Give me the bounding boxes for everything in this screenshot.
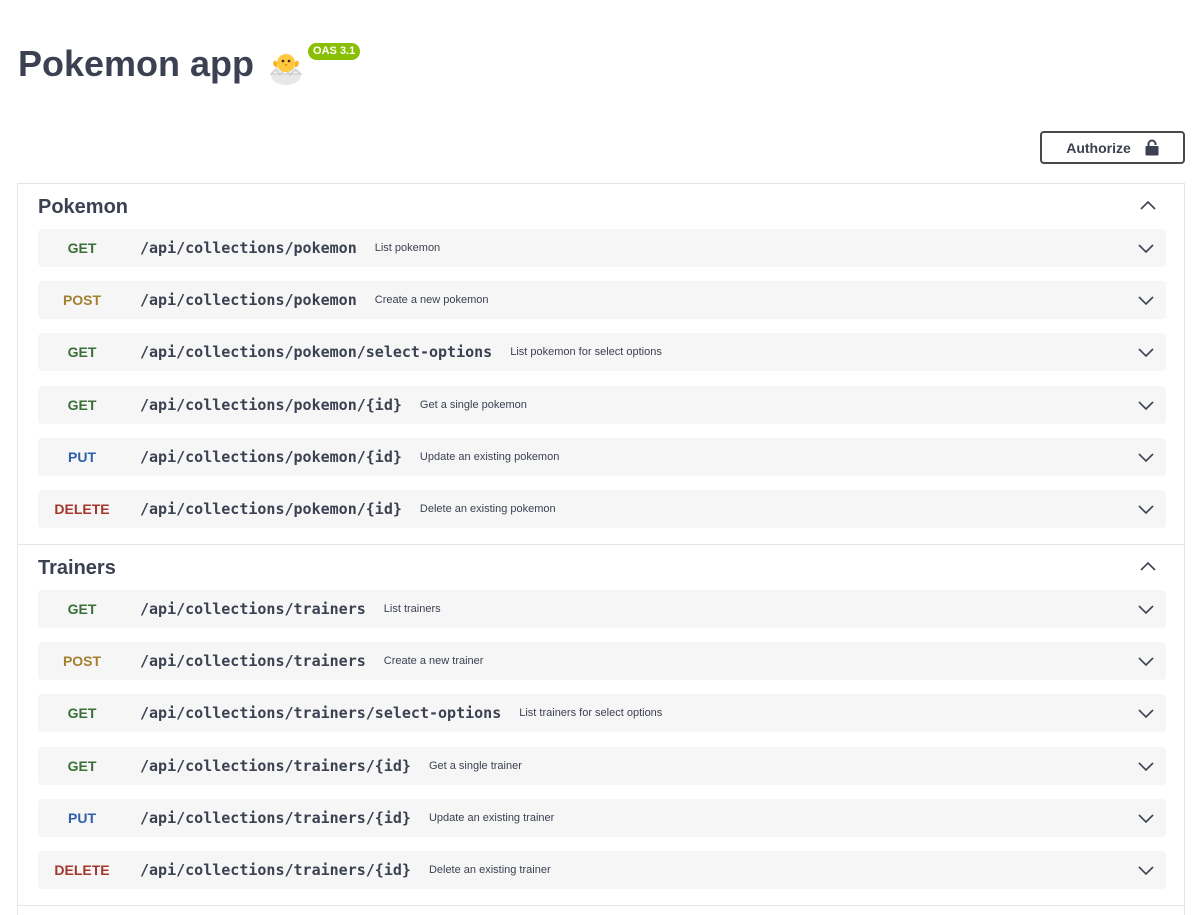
- operation-summary: Create a new trainer: [383, 655, 484, 667]
- operation-row[interactable]: GET/api/collections/pokemon/{id} Get a si…: [38, 386, 1166, 424]
- tag-section-pokemon: Pokemon GET/api/collections/pokemon List p…: [17, 183, 1185, 544]
- operation-row[interactable]: PUT/api/collections/pokemon/{id} Update a…: [38, 438, 1166, 476]
- operation-summary: Get a single trainer: [428, 760, 522, 772]
- chevron-down-icon[interactable]: [1136, 860, 1156, 880]
- operation-summary: Update an existing pokemon: [419, 451, 560, 463]
- chevron-down-icon[interactable]: [1136, 290, 1156, 310]
- operation-summary: List trainers: [383, 603, 441, 615]
- operation-path: /api/collections/trainers/{id}: [140, 809, 411, 827]
- operation-row[interactable]: GET/api/collections/trainers/select-opti…: [38, 694, 1166, 732]
- tag-header-pokemon[interactable]: Pokemon: [18, 184, 1184, 228]
- operation-summary: Delete an existing pokemon: [419, 503, 556, 515]
- chevron-down-icon[interactable]: [1136, 395, 1156, 415]
- operation-path: /api/collections/trainers/{id}: [140, 861, 411, 879]
- operation-path: /api/collections/pokemon/{id}: [140, 500, 402, 518]
- authorize-label: Authorize: [1066, 139, 1131, 156]
- chevron-down-icon[interactable]: [1136, 238, 1156, 258]
- chevron-down-icon[interactable]: [1136, 447, 1156, 467]
- operation-summary: Delete an existing trainer: [428, 864, 551, 876]
- method-label: PUT: [68, 449, 96, 465]
- operation-summary: List trainers for select options: [519, 707, 663, 719]
- page-header: Pokemon app OAS 3.1: [18, 36, 361, 92]
- operation-summary: List pokemon for select options: [510, 346, 662, 358]
- operation-path: /api/collections/pokemon: [140, 291, 357, 309]
- tag-name: Trainers: [38, 557, 116, 579]
- operation-path: /api/collections/pokemon/{id}: [140, 396, 402, 414]
- tag-header-trainers[interactable]: Trainers: [18, 545, 1184, 589]
- operation-row[interactable]: POST/api/collections/trainers Create a ne…: [38, 642, 1166, 680]
- operation-row[interactable]: GET/api/collections/trainers List trainer…: [38, 590, 1166, 628]
- method-label: GET: [67, 705, 97, 721]
- method-label: GET: [67, 344, 97, 360]
- method-label: POST: [62, 292, 102, 308]
- method-label: GET: [67, 758, 97, 774]
- hatching-chick-icon: [269, 54, 303, 85]
- operation-summary: Create a new pokemon: [374, 294, 489, 306]
- operation-path: /api/collections/trainers: [140, 600, 366, 618]
- chevron-down-icon[interactable]: [1136, 599, 1156, 619]
- operation-row[interactable]: GET/api/collections/pokemon/select-optio…: [38, 333, 1166, 371]
- operation-row[interactable]: DELETE/api/collections/pokemon/{id} Delet…: [38, 490, 1166, 528]
- operation-path: /api/collections/pokemon/{id}: [140, 448, 402, 466]
- version-badge: OAS 3.1: [308, 43, 361, 60]
- tag-section-trainers: Trainers GET/api/collections/trainers List…: [17, 544, 1185, 905]
- lock-icon: [1145, 139, 1159, 156]
- operation-row[interactable]: GET/api/collections/trainers/{id} Get a s…: [38, 747, 1166, 785]
- method-label: DELETE: [54, 501, 110, 517]
- next-tag-section: [17, 905, 1185, 915]
- operation-path: /api/collections/trainers: [140, 652, 366, 670]
- authorize-button[interactable]: Authorize: [1040, 131, 1185, 164]
- chevron-down-icon[interactable]: [1136, 756, 1156, 776]
- chevron-down-icon[interactable]: [1136, 808, 1156, 828]
- operation-row[interactable]: POST/api/collections/pokemon Create a new…: [38, 281, 1166, 319]
- chevron-up-icon[interactable]: [1138, 196, 1158, 216]
- chevron-down-icon[interactable]: [1136, 651, 1156, 671]
- tag-name: Pokemon: [38, 196, 129, 218]
- method-label: PUT: [68, 810, 96, 826]
- method-label: GET: [67, 397, 97, 413]
- chevron-up-icon[interactable]: [1138, 557, 1158, 577]
- operation-path: /api/collections/trainers/select-options: [140, 704, 502, 722]
- tag-list: Pokemon GET/api/collections/pokemon List p…: [17, 183, 1185, 915]
- operation-path: /api/collections/pokemon: [140, 239, 357, 257]
- chevron-down-icon[interactable]: [1136, 342, 1156, 362]
- chevron-down-icon[interactable]: [1136, 703, 1156, 723]
- page-title: Pokemon app: [18, 43, 255, 84]
- operation-path: /api/collections/trainers/{id}: [140, 757, 411, 775]
- operation-summary: List pokemon: [374, 242, 441, 254]
- operation-path: /api/collections/pokemon/select-options: [140, 343, 493, 361]
- method-label: DELETE: [54, 862, 110, 878]
- operation-row[interactable]: GET/api/collections/pokemon List pokemon: [38, 229, 1166, 267]
- method-label: GET: [67, 601, 97, 617]
- chevron-down-icon[interactable]: [1136, 499, 1156, 519]
- operation-summary: Update an existing trainer: [428, 812, 555, 824]
- operation-row[interactable]: PUT/api/collections/trainers/{id} Update …: [38, 799, 1166, 837]
- operation-summary: Get a single pokemon: [419, 399, 527, 411]
- method-label: POST: [62, 653, 102, 669]
- method-label: GET: [67, 240, 97, 256]
- operation-row[interactable]: DELETE/api/collections/trainers/{id} Dele…: [38, 851, 1166, 889]
